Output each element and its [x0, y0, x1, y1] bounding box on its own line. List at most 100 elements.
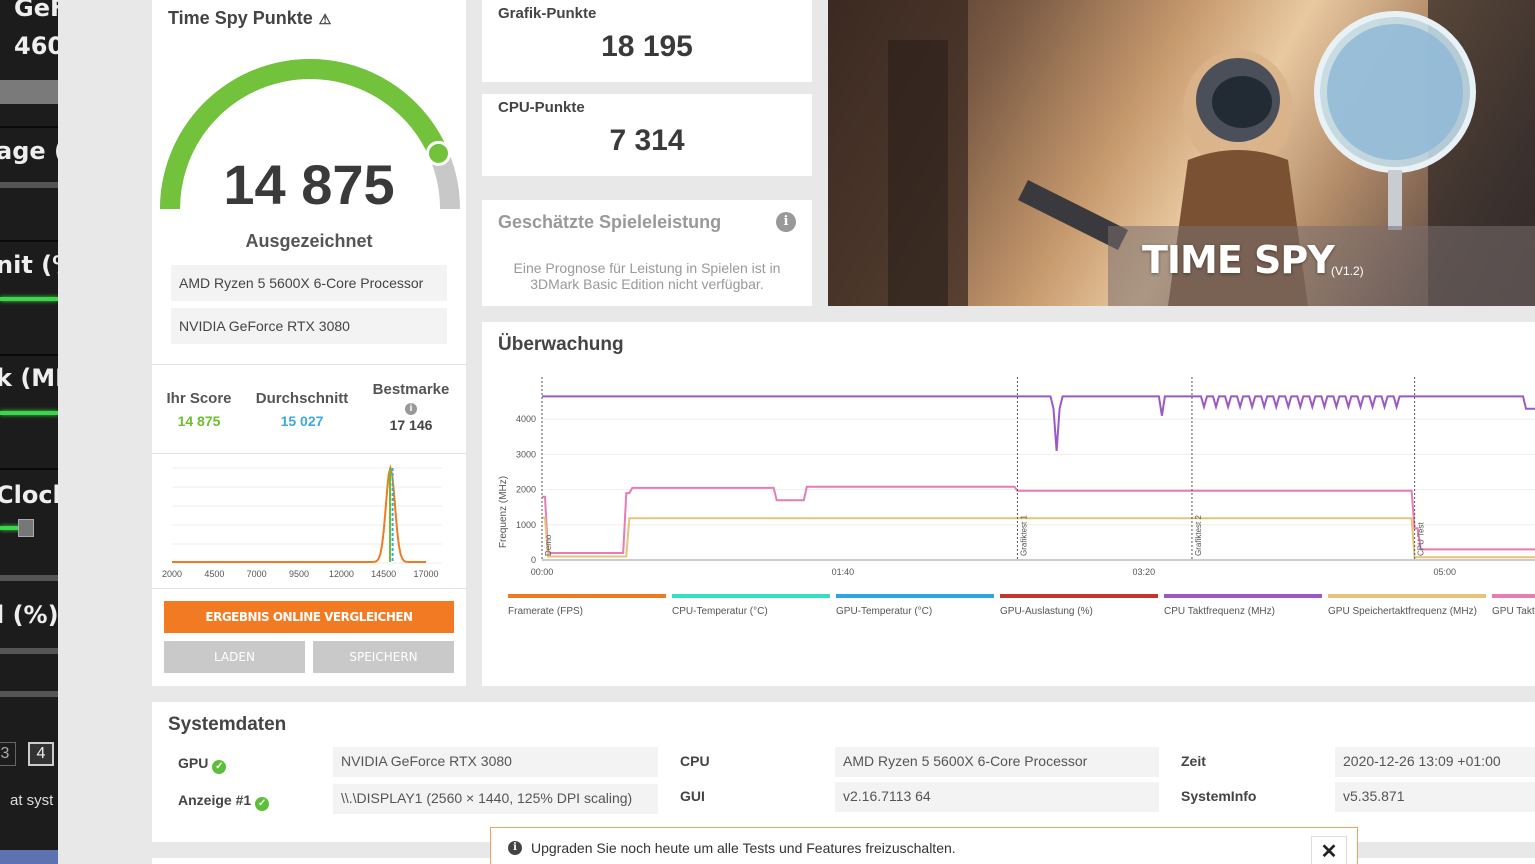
average-label: Durchschnitt — [255, 390, 349, 407]
legend-label: CPU Taktfrequenz (MHz) — [1164, 606, 1275, 617]
info-icon[interactable]: i — [405, 403, 417, 415]
time-value: 2020-12-26 13:09 +01:00 — [1335, 747, 1535, 777]
display-value: \\.\DISPLAY1 (2560 × 1440, 125% DPI scal… — [333, 784, 658, 814]
cpu-name: AMD Ryzen 5 5600X 6-Core Processor — [171, 265, 447, 301]
test-marker-label: Grafiktest 2 — [1194, 515, 1203, 556]
divider — [152, 364, 466, 365]
y-axis-label: Frequenz (MHz) — [498, 476, 509, 548]
overlay-rule — [0, 468, 58, 470]
legend-label: Framerate (FPS) — [508, 606, 584, 617]
monitoring-chart: 4000 3000 2000 1000 0 00:00 01:40 03:20 05:00 De… — [498, 377, 1535, 577]
score-value: 14 875 — [223, 153, 395, 216]
cpu-score-card: CPU-Punkte 7 314 — [482, 94, 812, 176]
system-data-title: Systemdaten — [168, 714, 287, 735]
y-tick-label: 2000 — [516, 485, 536, 495]
average-stat: Durchschnitt 15 027 — [252, 390, 352, 429]
gpu-clock-series — [542, 485, 1535, 554]
overlay-slider — [0, 691, 58, 697]
legend-item[interactable]: GPU Taktfr — [1492, 594, 1535, 617]
legend-item[interactable]: GPU-Auslastung (%) — [1000, 594, 1158, 617]
display-label: Anzeige #1 ✓ — [178, 792, 270, 811]
game-estimate-title: Geschätzte Spieleleistung — [498, 212, 722, 232]
your-score-stat: Ihr Score 14 875 — [162, 390, 236, 429]
overlay-rule — [0, 240, 58, 242]
cpu-score-label: CPU-Punkte — [498, 99, 585, 116]
x-tick-label: 03:20 — [1133, 567, 1156, 577]
overlay-rule — [0, 126, 58, 128]
overlay-level-bar — [0, 411, 58, 415]
benchmark-banner: TIME SPY (V1.2) — [828, 0, 1535, 306]
overlay-pill — [0, 80, 58, 104]
monitoring-card: Überwachung 4000 3000 2000 1000 0 00:00 01:40 0… — [482, 322, 1535, 686]
legend-item[interactable]: CPU Taktfrequenz (MHz) — [1164, 594, 1322, 617]
gui-value: v2.16.7113 64 — [835, 782, 1159, 812]
cpu-label: CPU — [680, 753, 710, 769]
histogram-tick-label: 17000 — [413, 569, 438, 579]
score-card: Time Spy Punkte ⚠ 14 875 Ausgezeichnet AM… — [152, 0, 466, 686]
legend-item[interactable]: CPU-Temperatur (°C) — [672, 594, 830, 617]
overlay-level-bar — [0, 297, 58, 301]
check-icon: ✓ — [212, 760, 227, 774]
info-icon: i — [508, 841, 522, 855]
histogram-tick-label: 9500 — [289, 569, 309, 579]
game-estimate-card: Geschätzte Spieleleistung i Eine Prognos… — [482, 200, 812, 306]
histogram-chart: 2000 4500 7000 9500 12000 14500 17000 — [162, 464, 442, 579]
graphics-score-value: 18 195 — [601, 30, 693, 63]
gpu-label-text: GPU — [178, 755, 209, 771]
legend-swatch — [1000, 594, 1158, 598]
legend-item[interactable]: GPU-Temperatur (°C) — [836, 594, 994, 617]
gui-label: GUI — [680, 788, 705, 804]
score-rating: Ausgezeichnet — [245, 231, 373, 251]
legend-swatch — [1492, 594, 1535, 598]
info-icon[interactable]: i — [776, 212, 796, 232]
legend-swatch — [672, 594, 830, 598]
save-button[interactable]: SPEICHERN — [313, 641, 454, 673]
banner-title: TIME SPY — [1142, 238, 1335, 282]
check-icon: ✓ — [255, 797, 270, 811]
histogram-tick-label: 14500 — [371, 569, 396, 579]
y-tick-label: 1000 — [516, 520, 536, 530]
overlay-slider — [0, 182, 58, 188]
legend-swatch — [508, 594, 666, 598]
background-app-strip: GeF 460 age (% nit (% k (MH Clock l (%) … — [0, 0, 58, 864]
best-value: 17 146 — [389, 417, 433, 433]
score-title: Time Spy Punkte ⚠ — [168, 8, 331, 29]
overlay-tab-3[interactable]: 3 — [0, 742, 16, 766]
histogram-tick-label: 12000 — [329, 569, 354, 579]
gpu-value: NVIDIA GeForce RTX 3080 — [333, 747, 658, 777]
your-score-value: 14 875 — [177, 413, 221, 429]
x-tick-label: 05:00 — [1433, 567, 1456, 577]
overlay-bottom-bar — [0, 850, 58, 864]
best-stat: Bestmarke i 17 146 — [366, 381, 456, 433]
legend-label: GPU-Temperatur (°C) — [836, 606, 933, 617]
overlay-slider — [0, 575, 58, 581]
monitoring-title: Überwachung — [498, 334, 624, 355]
cpu-value: AMD Ryzen 5 5600X 6-Core Processor — [835, 747, 1159, 777]
legend-label: GPU-Auslastung (%) — [1000, 606, 1093, 617]
compare-online-button[interactable]: ERGEBNIS ONLINE VERGLEICHEN — [164, 601, 454, 633]
legend-swatch — [836, 594, 994, 598]
overlay-label: GeF — [14, 0, 58, 22]
overlay-slider — [0, 648, 58, 654]
divider — [152, 588, 466, 589]
y-tick-label: 3000 — [516, 449, 536, 459]
y-tick-label: 4000 — [516, 414, 536, 424]
overlay-label: l (%) — [0, 601, 58, 629]
legend-item[interactable]: Framerate (FPS) — [508, 594, 666, 617]
close-icon[interactable]: ✕ — [1311, 836, 1347, 864]
legend-swatch — [1328, 594, 1486, 598]
overlay-tab-4[interactable]: 4 — [28, 742, 54, 766]
warning-icon[interactable]: ⚠ — [319, 11, 332, 28]
cpu-clock-series — [542, 395, 1535, 451]
overlay-slider-handle[interactable] — [18, 519, 34, 537]
test-marker-label: Demo — [544, 534, 553, 556]
legend-label: CPU-Temperatur (°C) — [672, 606, 768, 617]
average-value: 15 027 — [280, 413, 324, 429]
banner-version: (V1.2) — [1331, 264, 1364, 278]
systeminfo-label: SystemInfo — [1181, 788, 1257, 804]
legend-item[interactable]: GPU Speichertaktfrequenz (MHz) — [1328, 594, 1486, 617]
overlay-label: at syst — [10, 792, 54, 809]
overlay-label: Clock — [0, 481, 58, 509]
overlay-rule — [0, 354, 58, 356]
load-button[interactable]: LADEN — [164, 641, 305, 673]
